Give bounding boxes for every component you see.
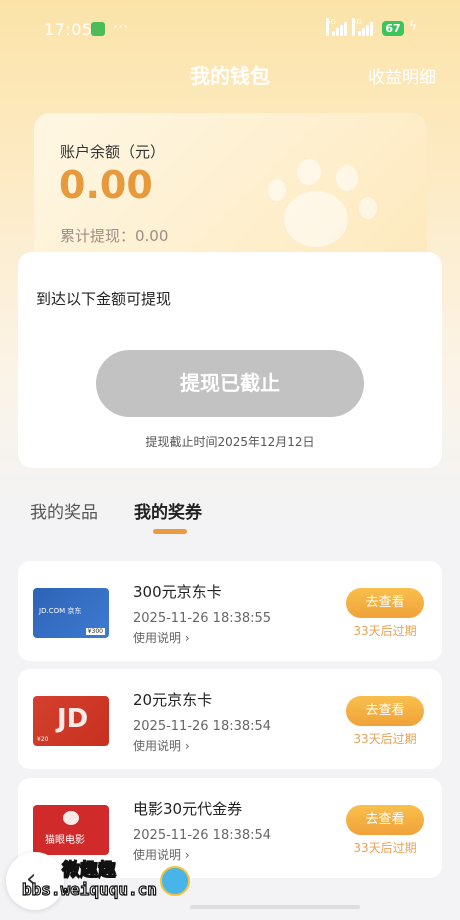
signal-label: 5G [326,18,336,36]
watermark-title: 微趣趣 [61,859,116,881]
card-image-label: JD [57,704,89,734]
movie-voucher-image: 猫眼电影 [33,805,109,855]
active-tab-indicator [153,529,187,534]
paw-toe [336,165,358,191]
cat-logo-icon [63,811,79,825]
total-withdrawn: 累计提现：0.00 [60,227,169,245]
view-button[interactable]: 去查看 [346,696,424,726]
paw-toe [268,179,286,201]
withdraw-button[interactable]: 提现已截止 [96,350,364,417]
balance-label: 账户余额（元） [60,143,166,161]
withdraw-panel: 到达以下金额可提现 提现已截止 提现截止时间2025年12月12日 [18,252,442,468]
status-time: 17:05 [44,20,93,39]
balance-value: 0.00 [59,163,153,207]
coupon-title: 电影30元代金券 [133,800,243,818]
expire-text: 33天后过期 [353,624,417,638]
watermark-url: bbs.weiququ.cn [21,879,157,899]
withdraw-hint: 到达以下金额可提现 [36,290,172,308]
jd-card-image: JD ¥20 [33,696,109,746]
expire-text: 33天后过期 [353,841,417,855]
paw-toe [359,197,377,219]
paw-toe [297,159,321,185]
coupon-time: 2025-11-26 18:38:54 [133,719,272,734]
card-image-value: ¥300 [85,628,105,635]
more-notifications-icon: ··· [113,17,129,36]
coupon-title: 20元京东卡 [133,691,213,709]
expire-text: 33天后过期 [353,732,417,746]
battery-icon: 67 [382,21,404,36]
usage-label: 使用说明 [133,739,182,753]
card-image-value: ¥20 [37,736,49,743]
coupon-title: 300元京东卡 [133,583,222,601]
home-indicator [190,905,360,909]
coupon-item: JD ¥20 20元京东卡 2025-11-26 18:38:54 使用说明 ›… [18,669,442,769]
usage-instructions-link[interactable]: 使用说明 › [133,629,190,646]
coupon-time: 2025-11-26 18:38:54 [133,828,272,843]
coupon-time: 2025-11-26 18:38:55 [133,611,272,626]
status-bar: 17:05 ··· 5G 5G 67 ϟ [0,0,460,60]
usage-instructions-link[interactable]: 使用说明 › [133,846,190,863]
jd-card-image: JD.COM 京东 ¥300 [33,588,109,638]
balance-card: 账户余额（元） 0.00 累计提现：0.00 [34,113,427,273]
charging-icon: ϟ [409,19,417,33]
chevron-right-icon: › [184,848,190,862]
usage-label: 使用说明 [133,631,182,645]
chevron-right-icon: › [184,739,190,753]
tab-my-coupons[interactable]: 我的奖券 [134,498,202,523]
signal-icon-2: 5G [352,18,374,36]
view-button[interactable]: 去查看 [346,805,424,835]
chevron-right-icon: › [184,631,190,645]
paw-decoration-icon [284,191,348,247]
app-notification-icon [91,22,105,36]
card-image-label: 猫眼电影 [45,835,85,846]
usage-label: 使用说明 [133,848,182,862]
usage-instructions-link[interactable]: 使用说明 › [133,737,190,754]
earnings-detail-link[interactable]: 收益明细 [368,63,436,88]
signal-label: 5G [352,18,362,36]
watermark-mascot-icon [160,866,190,896]
tab-my-prizes[interactable]: 我的奖品 [30,498,98,523]
coupon-item: JD.COM 京东 ¥300 300元京东卡 2025-11-26 18:38:… [18,561,442,661]
card-image-label: JD.COM 京东 [39,607,82,615]
view-button[interactable]: 去查看 [346,588,424,618]
withdraw-deadline: 提现截止时间2025年12月12日 [145,435,315,449]
signal-icon: 5G [326,18,348,36]
